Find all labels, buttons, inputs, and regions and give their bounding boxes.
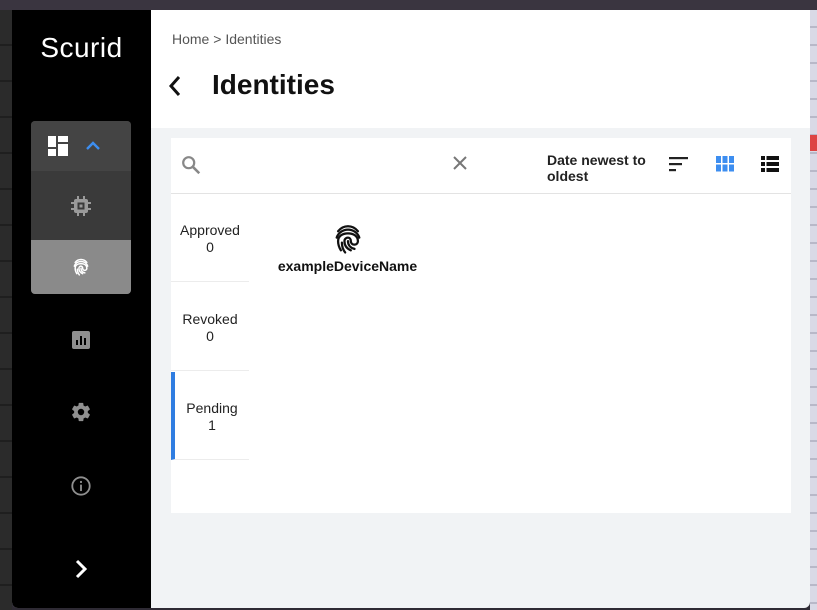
- breadcrumb-separator: >: [209, 31, 226, 47]
- sidebar-item-devices[interactable]: [31, 171, 131, 240]
- gear-icon: [70, 401, 92, 423]
- sidebar-item-settings[interactable]: [31, 388, 131, 436]
- back-button[interactable]: [168, 74, 182, 98]
- breadcrumb-home[interactable]: Home: [172, 31, 209, 47]
- app-window: Scurid Home > Identities Identities Date…: [12, 10, 810, 608]
- fingerprint-icon: [71, 257, 91, 277]
- chevron-up-icon[interactable]: [86, 141, 100, 151]
- device-name: exampleDeviceName: [277, 258, 418, 274]
- device-grid: exampleDeviceName: [249, 194, 791, 513]
- tab-count: 1: [208, 417, 216, 433]
- desktop-background-left: [0, 10, 12, 610]
- device-card[interactable]: exampleDeviceName: [275, 222, 420, 274]
- sort-icon[interactable]: [669, 156, 689, 172]
- sort-dropdown[interactable]: Date newest to oldest: [547, 152, 659, 184]
- tab-pending[interactable]: Pending 1: [171, 372, 249, 460]
- toolbar: Date newest to oldest: [171, 138, 791, 194]
- chart-icon: [71, 330, 91, 350]
- breadcrumb: Home > Identities: [172, 31, 281, 47]
- sidebar-expand-button[interactable]: [31, 545, 131, 593]
- desktop-top-bar: [0, 0, 817, 10]
- sidebar: Scurid: [12, 10, 151, 608]
- page-title: Identities: [212, 69, 335, 100]
- nav-group: [31, 121, 131, 294]
- fingerprint-icon: [331, 222, 365, 256]
- sidebar-item-dashboard[interactable]: [31, 121, 131, 171]
- identities-panel: Date newest to oldest Approved 0 Revoked…: [171, 138, 791, 513]
- page-header: Home > Identities Identities: [151, 10, 810, 128]
- dashboard-icon: [48, 136, 68, 156]
- grid-view-icon[interactable]: [716, 156, 734, 172]
- tab-label: Revoked: [182, 311, 238, 327]
- close-icon[interactable]: [452, 155, 468, 171]
- tab-revoked[interactable]: Revoked 0: [171, 283, 249, 371]
- chip-icon: [71, 195, 91, 216]
- desktop-background-right: [810, 10, 817, 610]
- list-view-icon[interactable]: [761, 156, 779, 172]
- tab-count: 0: [206, 239, 214, 255]
- sidebar-item-info[interactable]: [31, 462, 131, 510]
- search-input[interactable]: [207, 152, 451, 180]
- app-logo: Scurid: [40, 32, 123, 63]
- tab-approved[interactable]: Approved 0: [171, 194, 249, 282]
- sidebar-item-identities[interactable]: [31, 240, 131, 294]
- status-tabs: Approved 0 Revoked 0 Pending 1: [171, 194, 250, 460]
- sidebar-item-reports[interactable]: [31, 316, 131, 364]
- tab-label: Approved: [180, 222, 240, 238]
- chevron-right-icon: [74, 558, 88, 580]
- tab-label: Pending: [186, 400, 238, 416]
- search-icon: [180, 154, 202, 176]
- tab-count: 0: [206, 328, 214, 344]
- chevron-left-icon: [168, 74, 182, 98]
- breadcrumb-current: Identities: [225, 31, 282, 47]
- info-icon: [70, 475, 92, 497]
